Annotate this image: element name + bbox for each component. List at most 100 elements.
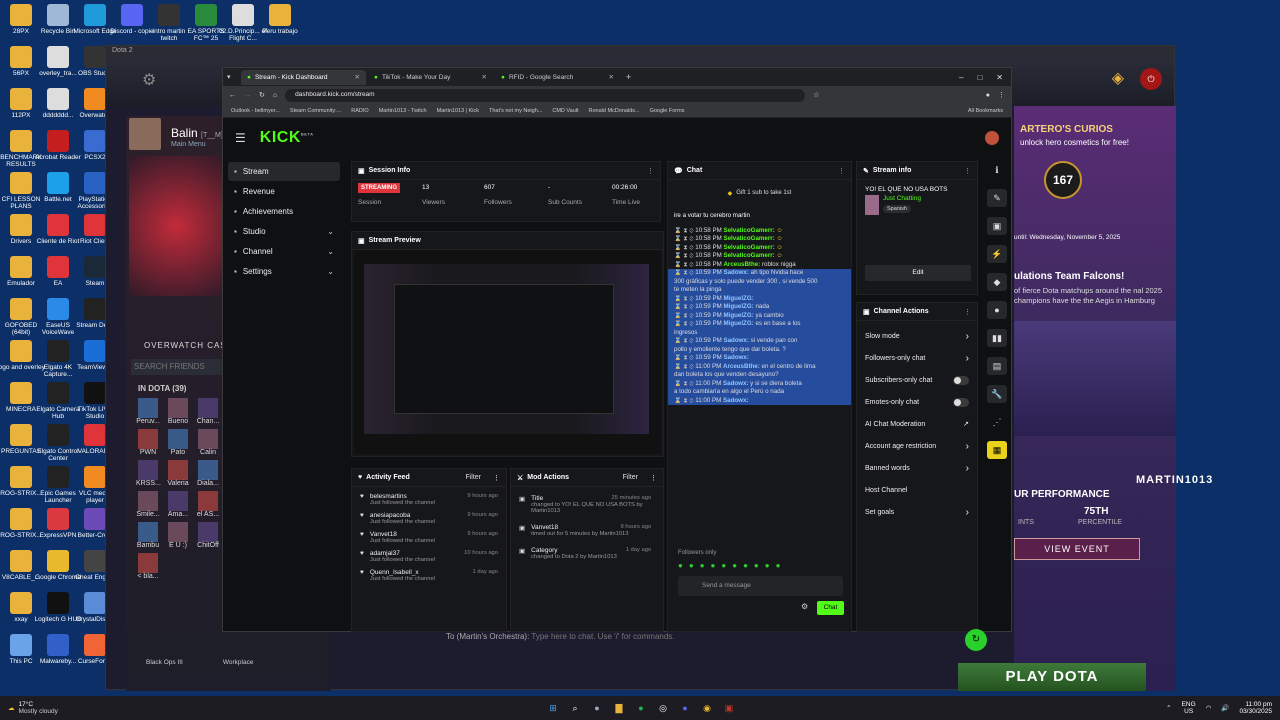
share-icon[interactable]: ⋰ [987,413,1007,431]
user-avatar[interactable] [985,131,999,145]
friend-avatar[interactable]: Calin [196,429,220,456]
activity-filter-button[interactable]: Filter [465,474,481,481]
emote-icon[interactable]: ● [711,561,716,570]
toggle-switch[interactable] [953,375,969,385]
edit-stream-button[interactable]: Edit [865,265,971,281]
search-friends-input[interactable]: SEARCH FRIENDS [131,359,224,375]
activity-user[interactable]: belesmartins [370,493,407,500]
edit-icon[interactable]: ✎ [987,189,1007,207]
wifi-icon[interactable]: ◠ [1206,704,1212,712]
emote-icon[interactable]: ● [689,561,694,570]
chat-username[interactable]: Sadowx: [723,337,750,344]
bookmark[interactable]: Google Forms [650,108,685,114]
activity-more-icon[interactable]: ⋮ [493,474,500,482]
back-icon[interactable]: ← [229,92,236,99]
spotify-icon[interactable]: ● [633,700,649,716]
layout-icon[interactable]: ▤ [987,357,1007,375]
bookmark[interactable]: CMD Vault [552,108,578,114]
explorer-icon[interactable]: ▇ [611,700,627,716]
chat-username[interactable]: Sadowx: [723,269,750,276]
browser-tab[interactable]: ● RFID - Google Search ✕ [495,70,620,85]
channel-action-subscribers-only-chat[interactable]: Subscribers-only chat [857,369,977,391]
activity-user[interactable]: anesiapacoba [370,512,410,519]
friend-avatar[interactable]: Bueno [166,398,190,425]
chat-actions-icon[interactable]: ⌛ ⧗ ⊘ [674,337,695,344]
dota-settings-icon[interactable]: ⚙ [142,70,156,90]
bookmark[interactable]: Martin1013 | Kick [437,108,479,114]
emote-icon[interactable]: ● [776,561,781,570]
home-icon[interactable]: ⌂ [273,92,277,99]
kick-logo[interactable]: KICKBETA [260,129,314,147]
profile-avatar[interactable] [129,118,161,150]
profile-icon[interactable]: ● [986,92,990,99]
browser-tab[interactable]: ● Stream - Kick Dashboard ✕ [241,69,366,85]
view-event-button[interactable]: VIEW EVENT [1014,538,1140,560]
bookmark[interactable]: Steam Community:... [290,108,341,114]
all-bookmarks[interactable]: All Bookmarks [968,108,1003,114]
nav-item-settings[interactable]: ▪ Settings ⌄ [228,262,340,281]
friend-avatar[interactable]: KRSS... [136,460,161,487]
chrome-icon[interactable]: ◉ [699,700,715,716]
chat-actions-icon[interactable]: ⌛ ⧗ ⊘ [674,261,695,268]
start-icon[interactable]: ⊞ [545,700,561,716]
chat-actions-icon[interactable]: ⌛ ⧗ ⊘ [674,354,695,361]
chat-actions-icon[interactable]: ⌛ ⧗ ⊘ [674,380,695,387]
friend-avatar[interactable]: Valeria [166,460,190,487]
menu-icon[interactable]: ⋮ [998,91,1005,99]
friend-avatar[interactable]: Pato [166,429,190,456]
chat-actions-icon[interactable]: ⌛ ⧗ ⊘ [674,244,695,251]
dota-chat-bar[interactable]: To (Martin's Orchestra): Type here to ch… [446,632,816,646]
new-tab-icon[interactable]: + [626,72,631,82]
friend-avatar[interactable]: Chan... [196,398,220,425]
channel-action-banned-words[interactable]: Banned words › [857,457,977,479]
emote-icon[interactable]: ● [754,561,759,570]
chat-more-icon[interactable]: ⋮ [838,167,845,175]
friend-avatar[interactable]: Ama... [166,491,190,518]
nav-item-achievements[interactable]: ▪ Achievements [228,202,340,221]
chat-bubble-icon[interactable]: ● [987,301,1007,319]
chat-actions-icon[interactable]: ⌛ ⧗ ⊘ [674,397,695,404]
channel-action-followers-only-chat[interactable]: Followers-only chat › [857,347,977,369]
chat-actions-icon[interactable]: ⌛ ⧗ ⊘ [674,252,695,259]
bookmark[interactable]: That's not my Neigh... [489,108,542,114]
activity-user[interactable]: Quenn_Isabell_x [370,569,419,576]
stream-preview-video[interactable] [354,250,661,454]
shield-rail-icon[interactable]: ◆ [987,273,1007,291]
star-icon[interactable]: ☆ [813,91,819,99]
chat-username[interactable]: SelvaticoGamerr: [723,235,776,242]
emote-icon[interactable]: ● [700,561,705,570]
nav-item-revenue[interactable]: ▪ Revenue [228,182,340,201]
channel-action-host-channel[interactable]: Host Channel [857,479,977,501]
activity-user[interactable]: adamjal37 [370,550,400,557]
friend-avatar[interactable]: < bla... [136,553,160,580]
emote-icon[interactable]: ● [765,561,770,570]
address-bar[interactable]: dashboard.kick.com/stream [285,88,806,102]
dota-chat-input[interactable]: Type here to chat. Use '/' for commands. [531,632,674,641]
emote-icon[interactable]: ● [743,561,748,570]
emote-icon[interactable]: ● [721,561,726,570]
mod-more-icon[interactable]: ⋮ [650,474,657,482]
channel-action-slow-mode[interactable]: Slow mode › [857,325,977,347]
reload-icon[interactable]: ↻ [259,91,265,99]
friend-avatar[interactable]: Diala... [196,460,220,487]
chat-username[interactable]: SelvaticoGamerr: [723,244,776,251]
chat-input[interactable]: Send a message [678,576,843,596]
friend-avatar[interactable]: Peruv... [136,398,160,425]
chat-username[interactable]: SelvaticoGamerr: [723,252,776,259]
chat-settings-icon[interactable]: ⚙ [801,602,808,611]
discord-icon[interactable]: ● [677,700,693,716]
dota-icon[interactable]: ▣ [721,700,737,716]
chat-username[interactable]: SelvaticoGamerr: [723,227,776,234]
minimize-icon[interactable]: – [959,73,963,82]
tab-close-icon[interactable]: ✕ [355,73,360,81]
chat-actions-icon[interactable]: ⌛ ⧗ ⊘ [674,227,695,234]
chat-actions-icon[interactable]: ⌛ ⧗ ⊘ [674,303,695,310]
friend-avatar[interactable]: PWN [136,429,160,456]
steam-icon[interactable]: ● [589,700,605,716]
maximize-icon[interactable]: □ [977,73,982,82]
dota-plus-icon[interactable]: ◈ [1112,68,1124,88]
chat-send-button[interactable]: Chat [817,601,844,615]
nav-item-channel[interactable]: ▪ Channel ⌄ [228,242,340,261]
close-window-icon[interactable]: ✕ [996,73,1003,82]
emote-icon[interactable]: ● [732,561,737,570]
